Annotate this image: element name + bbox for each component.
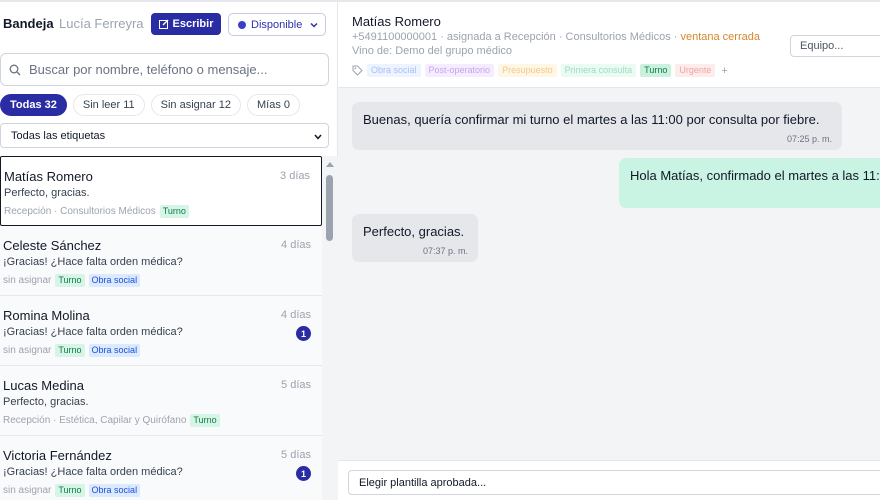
message-incoming: Perfecto, gracias. 07:37 p. m. xyxy=(352,214,478,262)
assignment-text: sin asignar xyxy=(3,345,52,356)
contact-name: Matías Romero xyxy=(4,169,93,184)
conversation-meta: sin asignar Turno Obra social xyxy=(3,344,141,357)
tag-obra-social: Obra social xyxy=(88,484,141,497)
message-outgoing: Hola Matías, confirmado el martes a las … xyxy=(619,158,880,208)
conversation-meta: Recepción · Estética, Capilar y Quirófan… xyxy=(3,414,220,427)
message-text: Buenas, quería confirmar mi turno el mar… xyxy=(363,112,820,127)
conversation-panel: Bandeja Lucía Ferreyra Escribir Disponib… xyxy=(0,0,338,500)
filter-mine[interactable]: Mías 0 xyxy=(246,94,300,116)
add-tag-button[interactable]: + xyxy=(721,65,727,77)
availability-select[interactable]: Disponible xyxy=(228,13,326,36)
chat-panel: Matías Romero +5491100000001 · asignada … xyxy=(338,0,880,500)
conversation-meta: sin asignar Turno Obra social xyxy=(3,274,141,287)
conversation-row[interactable]: Matías Romero 3 días Perfecto, gracias. … xyxy=(0,156,322,226)
message-incoming: Buenas, quería confirmar mi turno el mar… xyxy=(352,102,842,150)
assignment-info: · asignada a Recepción · Consultorios Mé… xyxy=(437,31,681,43)
list-scrollbar[interactable] xyxy=(322,156,338,500)
assignment-text: Recepción · Estética, Capilar y Quirófan… xyxy=(3,415,187,426)
message-preview: ¡Gracias! ¿Hace falta orden médica? xyxy=(3,326,183,338)
message-time: 07:25 p. m. xyxy=(786,134,832,144)
conversation-row[interactable]: Celeste Sánchez 4 días ¡Gracias! ¿Hace f… xyxy=(0,226,322,296)
template-select[interactable]: Elegir plantilla aprobada... xyxy=(348,470,880,495)
message-text: Perfecto, gracias. xyxy=(363,224,465,239)
message-preview: Perfecto, gracias. xyxy=(3,396,89,408)
edit-icon xyxy=(158,19,168,29)
tag-toggle-presupuesto[interactable]: Presupuesto xyxy=(498,64,557,77)
tag-icon xyxy=(352,65,363,76)
conversation-time: 3 días xyxy=(280,170,310,182)
contact-name: Lucas Medina xyxy=(3,378,84,393)
tag-toggles: Obra social Post-operatorio Presupuesto … xyxy=(352,64,728,77)
unread-badge: 1 xyxy=(296,466,311,481)
contact-name: Celeste Sánchez xyxy=(3,238,102,253)
chat-header: Matías Romero +5491100000001 · asignada … xyxy=(338,2,880,88)
tag-obra-social: Obra social xyxy=(88,274,141,287)
write-button[interactable]: Escribir xyxy=(151,13,221,35)
tag-toggle-urgente[interactable]: Urgente xyxy=(675,64,716,77)
window-status: ventana cerrada xyxy=(680,31,760,43)
tag-turno: Turno xyxy=(55,274,85,287)
tag-turno: Turno xyxy=(55,344,85,357)
tag-toggle-turno[interactable]: Turno xyxy=(640,64,672,77)
chat-contact-name: Matías Romero xyxy=(352,14,441,29)
conversation-list: Matías Romero 3 días Perfecto, gracias. … xyxy=(0,156,322,500)
search-box xyxy=(0,53,329,86)
tag-turno: Turno xyxy=(55,484,85,497)
search-icon xyxy=(9,64,21,75)
conversation-row[interactable]: Victoria Fernández 5 días ¡Gracias! ¿Hac… xyxy=(0,436,322,500)
unread-badge: 1 xyxy=(296,326,311,341)
assignment-text: sin asignar xyxy=(3,275,52,286)
filter-all[interactable]: Todas 32 xyxy=(0,94,67,116)
conversation-meta: sin asignar Turno Obra social xyxy=(3,484,141,497)
agent-name: Lucía Ferreyra xyxy=(59,16,144,31)
filter-unread[interactable]: Sin leer 11 xyxy=(72,94,145,116)
conversation-time: 5 días xyxy=(281,379,311,391)
status-dot-icon xyxy=(238,20,246,29)
assignment-text: sin asignar xyxy=(3,485,52,496)
tag-obra-social: Obra social xyxy=(88,344,141,357)
contact-name: Victoria Fernández xyxy=(3,448,112,463)
filter-unassigned[interactable]: Sin asignar 12 xyxy=(150,94,241,116)
tag-filter-select[interactable]: Todas las etiquetas xyxy=(0,123,329,148)
tag-toggle-obra-social[interactable]: Obra social xyxy=(367,64,421,77)
contact-name: Romina Molina xyxy=(3,308,90,323)
filter-chips: Todas 32 Sin leer 11 Sin asignar 12 Mías… xyxy=(0,94,300,116)
tag-toggle-primera-consulta[interactable]: Primera consulta xyxy=(560,64,637,77)
conversation-meta: Recepción · Consultorios Médicos Turno xyxy=(4,205,189,218)
availability-label: Disponible xyxy=(251,18,303,31)
composer: Elegir plantilla aprobada... xyxy=(338,460,880,500)
tag-filter-value: Todas las etiquetas xyxy=(11,129,106,142)
contact-source: Vino de: Demo del grupo médico xyxy=(352,45,513,57)
inbox-title: Bandeja xyxy=(3,16,54,31)
tag-toggle-post-operatorio[interactable]: Post-operatorio xyxy=(424,64,495,77)
conversation-time: 4 días xyxy=(281,239,311,251)
inbox-header: Bandeja Lucía Ferreyra Escribir Disponib… xyxy=(0,0,338,44)
conversation-row[interactable]: Lucas Medina 5 días Perfecto, gracias. R… xyxy=(0,366,322,436)
scroll-thumb[interactable] xyxy=(326,175,333,241)
message-preview: ¡Gracias! ¿Hace falta orden médica? xyxy=(3,466,183,478)
write-button-label: Escribir xyxy=(172,18,214,30)
conversation-time: 4 días xyxy=(281,309,311,321)
conversation-row[interactable]: Romina Molina 4 días ¡Gracias! ¿Hace fal… xyxy=(0,296,322,366)
search-input[interactable] xyxy=(29,62,319,77)
conversation-time: 5 días xyxy=(281,449,311,461)
contact-phone: +5491100000001 xyxy=(352,31,438,43)
chevron-down-icon xyxy=(310,22,318,28)
message-preview: Perfecto, gracias. xyxy=(4,187,90,199)
tag-turno: Turno xyxy=(190,414,220,427)
contact-details: +5491100000001 · asignada a Recepción · … xyxy=(352,31,760,43)
message-time: 07:37 p. m. xyxy=(422,246,468,256)
chevron-down-icon xyxy=(314,134,322,140)
team-select[interactable]: Equipo... xyxy=(790,35,880,57)
message-text: Hola Matías, confirmado el martes a las … xyxy=(630,168,880,183)
tag-turno: Turno xyxy=(159,205,189,218)
scroll-up-arrow-icon[interactable] xyxy=(326,162,334,167)
assignment-text: Recepción · Consultorios Médicos xyxy=(4,206,156,217)
message-preview: ¡Gracias! ¿Hace falta orden médica? xyxy=(3,256,183,268)
